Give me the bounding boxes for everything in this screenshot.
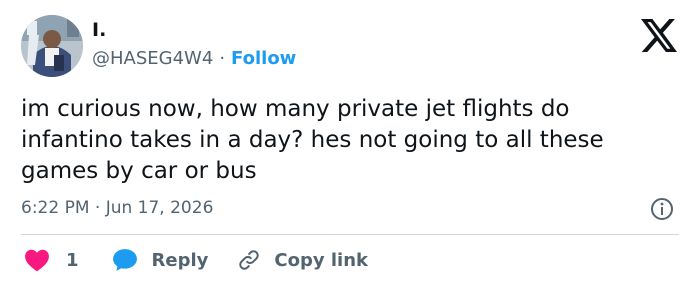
copy-link-label: Copy link	[274, 249, 368, 271]
tweet-text: im curious now, how many private jet fli…	[21, 96, 604, 184]
avatar[interactable]	[21, 15, 83, 77]
follow-button[interactable]: Follow	[231, 48, 296, 69]
reply-button[interactable]: Reply	[112, 248, 209, 272]
reply-label: Reply	[151, 249, 209, 271]
divider	[21, 234, 679, 235]
like-button[interactable]: 1	[24, 248, 79, 272]
tweet-timestamp[interactable]: 6:22 PM · Jun 17, 2026	[21, 198, 213, 218]
copy-link-button[interactable]: Copy link	[238, 249, 368, 271]
user-handle[interactable]: @HASEG4W4	[92, 48, 213, 69]
display-name[interactable]: I.	[92, 19, 106, 41]
reply-bubble-icon	[112, 249, 137, 271]
avatar-photo-icon	[21, 15, 83, 77]
like-count: 1	[66, 249, 79, 271]
heart-icon	[25, 249, 49, 272]
separator-dot: ·	[219, 48, 226, 69]
info-icon[interactable]	[650, 197, 674, 221]
link-icon	[239, 250, 260, 270]
action-bar: 1 Reply Copy link	[21, 244, 368, 276]
x-logo-icon[interactable]	[641, 19, 677, 52]
handle-row: @HASEG4W4 · Follow	[92, 48, 296, 69]
